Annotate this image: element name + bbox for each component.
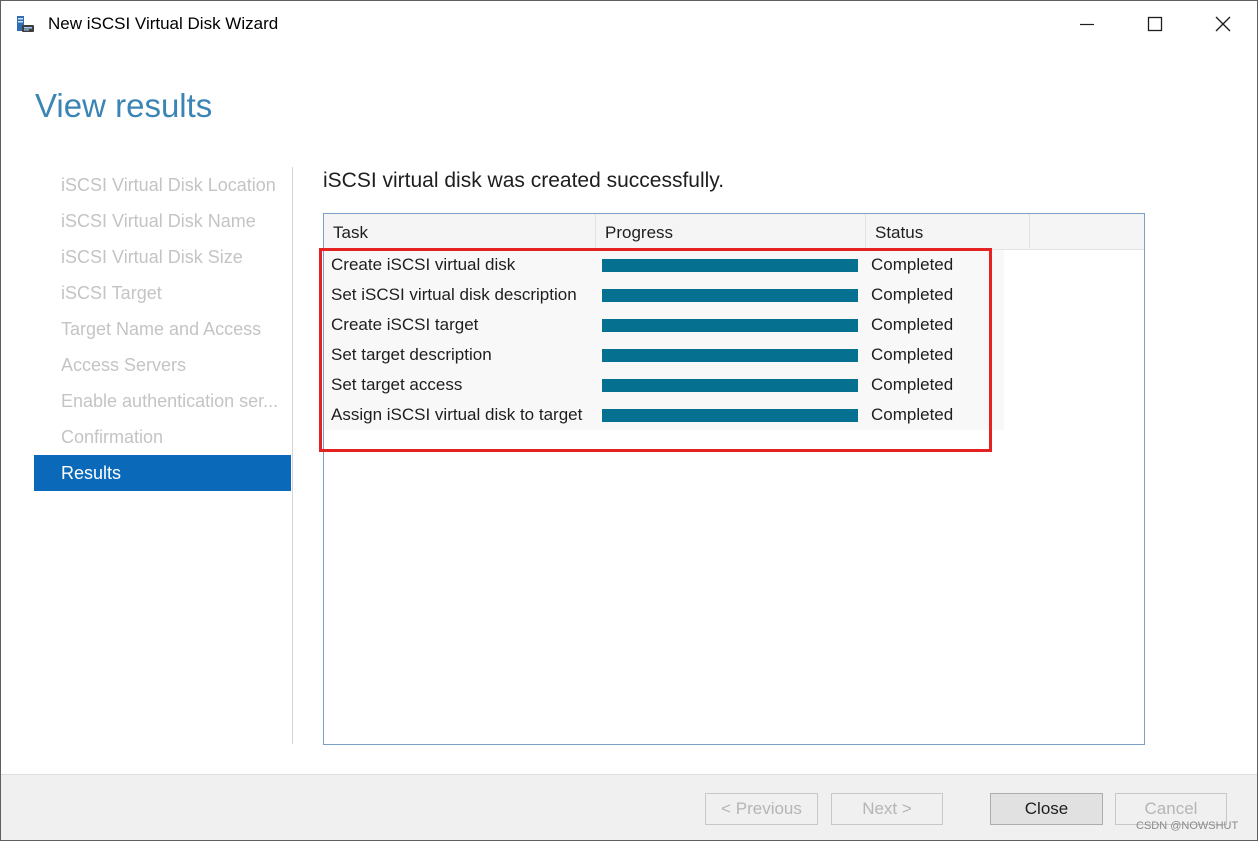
close-icon bbox=[1215, 16, 1231, 32]
nav-step-iscsi-virtual-disk-location[interactable]: iSCSI Virtual Disk Location bbox=[34, 167, 291, 203]
progress-bar-fill bbox=[602, 289, 858, 302]
window-title: New iSCSI Virtual Disk Wizard bbox=[48, 14, 279, 33]
status-cell: Completed bbox=[871, 405, 954, 424]
maximize-icon bbox=[1147, 16, 1163, 32]
nav-step-target-name-and-access[interactable]: Target Name and Access bbox=[34, 311, 291, 347]
wizard-steps-nav: iSCSI Virtual Disk Location iSCSI Virtual… bbox=[34, 167, 291, 491]
column-header-progress[interactable]: Progress bbox=[596, 214, 866, 249]
task-cell: Set target description bbox=[331, 345, 492, 364]
progress-bar bbox=[602, 349, 858, 362]
status-cell: Completed bbox=[871, 285, 954, 304]
table-row[interactable]: Set target access Completed bbox=[324, 370, 1004, 400]
task-cell: Assign iSCSI virtual disk to target bbox=[331, 405, 583, 424]
task-cell: Set iSCSI virtual disk description bbox=[331, 285, 577, 304]
progress-bar bbox=[602, 259, 858, 272]
table-row[interactable]: Assign iSCSI virtual disk to target Compl… bbox=[324, 400, 1004, 430]
progress-bar bbox=[602, 289, 858, 302]
window-close-button[interactable] bbox=[1189, 1, 1257, 47]
progress-bar-fill bbox=[602, 319, 858, 332]
maximize-button[interactable] bbox=[1121, 1, 1189, 47]
wizard-window: New iSCSI Virtual Disk Wizard View resul… bbox=[0, 0, 1258, 841]
page-title: View results bbox=[35, 87, 213, 124]
table-body: Create iSCSI virtual disk Completed Set iS… bbox=[324, 250, 1004, 430]
title-bar[interactable]: New iSCSI Virtual Disk Wizard bbox=[1, 1, 1257, 47]
table-row[interactable]: Set iSCSI virtual disk description Comple… bbox=[324, 280, 1004, 310]
progress-bar bbox=[602, 379, 858, 392]
status-cell: Completed bbox=[871, 345, 954, 364]
progress-bar bbox=[602, 409, 858, 422]
next-button[interactable]: Next > bbox=[831, 793, 943, 825]
result-message: iSCSI virtual disk was created successfu… bbox=[323, 169, 725, 192]
table-row[interactable]: Create iSCSI target Completed bbox=[324, 310, 1004, 340]
previous-button[interactable]: < Previous bbox=[705, 793, 818, 825]
progress-bar-fill bbox=[602, 349, 858, 362]
progress-bar-fill bbox=[602, 379, 858, 392]
status-cell: Completed bbox=[871, 255, 954, 274]
nav-divider bbox=[292, 167, 293, 744]
table-header: Task Progress Status bbox=[324, 214, 1144, 250]
table-row[interactable]: Create iSCSI virtual disk Completed bbox=[324, 250, 1004, 280]
wizard-footer: < Previous Next > Close Cancel CSDN @NOW… bbox=[1, 774, 1257, 840]
nav-step-results[interactable]: Results bbox=[34, 455, 291, 491]
nav-step-iscsi-target[interactable]: iSCSI Target bbox=[34, 275, 291, 311]
minimize-icon bbox=[1079, 16, 1095, 32]
close-button[interactable]: Close bbox=[990, 793, 1103, 825]
results-table[interactable]: Task Progress Status Create iSCSI virtua… bbox=[323, 213, 1145, 745]
task-cell: Create iSCSI target bbox=[331, 315, 479, 334]
status-cell: Completed bbox=[871, 315, 954, 334]
progress-bar bbox=[602, 319, 858, 332]
table-row[interactable]: Set target description Completed bbox=[324, 340, 1004, 370]
minimize-button[interactable] bbox=[1053, 1, 1121, 47]
task-cell: Set target access bbox=[331, 375, 463, 394]
column-header-task[interactable]: Task bbox=[324, 214, 596, 249]
column-header-status[interactable]: Status bbox=[866, 214, 1030, 249]
iscsi-disk-wizard-icon bbox=[15, 14, 35, 34]
status-cell: Completed bbox=[871, 375, 954, 394]
nav-step-iscsi-virtual-disk-name[interactable]: iSCSI Virtual Disk Name bbox=[34, 203, 291, 239]
nav-step-iscsi-virtual-disk-size[interactable]: iSCSI Virtual Disk Size bbox=[34, 239, 291, 275]
task-cell: Create iSCSI virtual disk bbox=[331, 255, 516, 274]
nav-step-confirmation[interactable]: Confirmation bbox=[34, 419, 291, 455]
progress-bar-fill bbox=[602, 409, 858, 422]
progress-bar-fill bbox=[602, 259, 858, 272]
nav-step-enable-authentication-ser[interactable]: Enable authentication ser... bbox=[34, 383, 291, 419]
nav-step-access-servers[interactable]: Access Servers bbox=[34, 347, 291, 383]
watermark: CSDN @NOWSHUT bbox=[1136, 820, 1239, 832]
